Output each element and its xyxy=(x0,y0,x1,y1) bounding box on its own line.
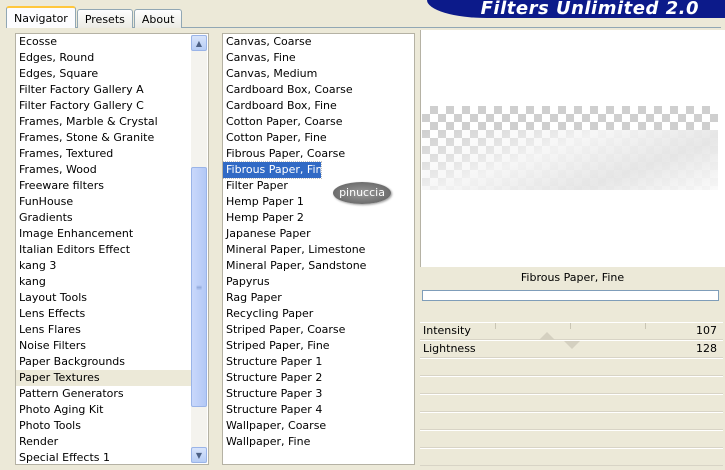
preview-filter-name: Fibrous Paper, Fine xyxy=(520,271,625,284)
slider-tick xyxy=(645,323,646,329)
category-item[interactable]: Frames, Marble & Crystal xyxy=(16,114,192,130)
preview-image xyxy=(422,130,718,190)
slider-value: 128 xyxy=(696,342,717,355)
slider-tick xyxy=(570,323,571,329)
category-item[interactable]: Paper Backgrounds xyxy=(16,354,192,370)
filter-item[interactable]: Mineral Paper, Sandstone xyxy=(223,258,366,274)
filter-item[interactable]: Canvas, Coarse xyxy=(223,34,312,50)
category-item[interactable]: Image Enhancement xyxy=(16,226,192,242)
filter-item[interactable]: Filter Paper xyxy=(223,178,288,194)
category-item[interactable]: Special Effects 1 xyxy=(16,450,192,464)
tab-presets[interactable]: Presets xyxy=(76,9,133,28)
slider-empty xyxy=(420,448,723,466)
category-item[interactable]: Lens Effects xyxy=(16,306,192,322)
category-item[interactable]: Gradients xyxy=(16,210,192,226)
slider-lightness[interactable]: Lightness 128 xyxy=(420,340,723,358)
slider-empty xyxy=(420,412,723,430)
category-item[interactable]: kang xyxy=(16,274,192,290)
watermark-logo: pinuccia xyxy=(333,182,391,204)
category-item[interactable]: Pattern Generators xyxy=(16,386,192,402)
filter-item[interactable]: Japanese Paper xyxy=(223,226,311,242)
category-item[interactable]: Frames, Textured xyxy=(16,146,192,162)
filter-item[interactable]: Cardboard Box, Fine xyxy=(223,98,337,114)
filter-item[interactable]: Rag Paper xyxy=(223,290,282,306)
filter-item[interactable]: Structure Paper 1 xyxy=(223,354,322,370)
filter-item[interactable]: Structure Paper 3 xyxy=(223,386,322,402)
filter-item[interactable]: Hemp Paper 2 xyxy=(223,210,304,226)
category-item[interactable]: Photo Tools xyxy=(16,418,192,434)
category-scrollbar[interactable]: ▲ ≡ ▼ xyxy=(191,35,207,463)
category-item[interactable]: Layout Tools xyxy=(16,290,192,306)
filter-item[interactable]: Fibrous Paper, Fine xyxy=(223,161,329,179)
filter-item[interactable]: Recycling Paper xyxy=(223,306,313,322)
slider-value: 107 xyxy=(696,324,717,337)
category-item[interactable]: Italian Editors Effect xyxy=(16,242,192,258)
chevron-down-icon[interactable]: ▼ xyxy=(191,447,207,463)
filter-item[interactable]: Wallpaper, Fine xyxy=(223,434,310,450)
filter-item[interactable]: Cardboard Box, Coarse xyxy=(223,82,353,98)
category-item[interactable]: Lens Flares xyxy=(16,322,192,338)
category-item[interactable]: Frames, Stone & Granite xyxy=(16,130,192,146)
category-item[interactable]: Filter Factory Gallery A xyxy=(16,82,192,98)
title-banner: Filters Unlimited 2.0 xyxy=(427,0,725,18)
filter-item[interactable]: Striped Paper, Coarse xyxy=(223,322,345,338)
filter-item[interactable]: Hemp Paper 1 xyxy=(223,194,304,210)
category-item[interactable]: kang 3 xyxy=(16,258,192,274)
filter-list[interactable]: Canvas, Coarse Canvas, Fine Canvas, Medium… xyxy=(222,33,415,465)
category-item[interactable]: Ecosse xyxy=(16,34,192,50)
category-item[interactable]: Freeware filters xyxy=(16,178,192,194)
slider-tick xyxy=(495,323,496,329)
category-item[interactable]: Photo Aging Kit xyxy=(16,402,192,418)
lightness-slider-handle[interactable] xyxy=(564,341,580,349)
filter-item[interactable]: Canvas, Fine xyxy=(223,50,296,66)
tab-about[interactable]: About xyxy=(133,9,183,28)
tab-bar: Navigator Presets About xyxy=(6,6,183,28)
slider-empty xyxy=(420,376,723,394)
category-item[interactable]: Frames, Wood xyxy=(16,162,192,178)
category-item[interactable]: Filter Factory Gallery C xyxy=(16,98,192,114)
category-item[interactable]: FunHouse xyxy=(16,194,192,210)
filter-item[interactable]: Fibrous Paper, Coarse xyxy=(223,146,345,162)
slider-empty xyxy=(420,430,723,448)
chevron-up-icon[interactable]: ▲ xyxy=(191,35,207,51)
filter-item[interactable]: Papyrus xyxy=(223,274,270,290)
progress-bar xyxy=(422,290,719,301)
slider-empty xyxy=(420,358,723,376)
slider-label: Lightness xyxy=(423,342,476,355)
filter-item[interactable]: Structure Paper 4 xyxy=(223,402,322,418)
category-list[interactable]: Ecosse Edges, Round Edges, Square Filter Fa… xyxy=(15,33,209,465)
slider-intensity[interactable]: Intensity 107 xyxy=(420,322,723,340)
filter-item[interactable]: Striped Paper, Fine xyxy=(223,338,330,354)
slider-label: Intensity xyxy=(423,324,471,337)
grip-icon: ≡ xyxy=(195,282,203,292)
tab-navigator[interactable]: Navigator xyxy=(6,6,76,28)
scrollbar-thumb[interactable]: ≡ xyxy=(191,167,207,407)
filter-item[interactable]: Cotton Paper, Fine xyxy=(223,130,327,146)
category-item[interactable]: Edges, Round xyxy=(16,50,192,66)
filter-item[interactable]: Structure Paper 2 xyxy=(223,370,322,386)
intensity-slider-handle[interactable] xyxy=(539,332,555,340)
slider-empty xyxy=(420,394,723,412)
category-item[interactable]: Noise Filters xyxy=(16,338,192,354)
filter-item[interactable]: Mineral Paper, Limestone xyxy=(223,242,365,258)
category-item[interactable]: Render xyxy=(16,434,192,450)
slider-panel: Intensity 107 Lightness 128 xyxy=(420,322,723,466)
filter-item[interactable]: Canvas, Medium xyxy=(223,66,317,82)
filter-item[interactable]: Cotton Paper, Coarse xyxy=(223,114,343,130)
filter-item[interactable]: Wallpaper, Coarse xyxy=(223,418,326,434)
category-item[interactable]: Edges, Square xyxy=(16,66,192,82)
category-item[interactable]: Paper Textures xyxy=(16,370,192,386)
